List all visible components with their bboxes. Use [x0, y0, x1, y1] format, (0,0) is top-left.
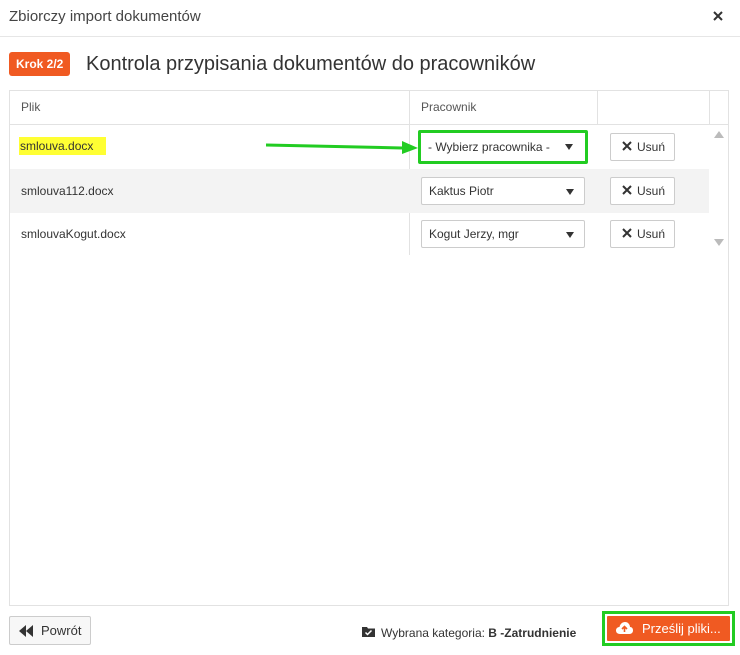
documents-table: Plik Pracownik smlouva.docx - Wybierz pr… [9, 90, 729, 606]
send-button-highlight: Prześlij pliki... [602, 611, 735, 646]
table-header: Plik Pracownik [10, 91, 728, 125]
rewind-icon [19, 625, 33, 637]
employee-select[interactable]: Kogut Jerzy, mgr [421, 220, 585, 248]
dialog-titlebar: Zbiorczy import dokumentów [0, 0, 740, 37]
dialog-title: Zbiorczy import dokumentów [9, 8, 201, 25]
delete-button[interactable]: Usuń [610, 220, 675, 248]
send-files-button[interactable]: Prześlij pliki... [607, 616, 730, 641]
folder-check-icon [362, 627, 375, 637]
employee-select-value: Kogut Jerzy, mgr [429, 227, 519, 241]
file-name: smlouva112.docx [21, 184, 114, 198]
caret-down-icon [566, 189, 574, 195]
delete-button-label: Usuń [637, 184, 666, 198]
delete-button-label: Usuń [637, 140, 666, 154]
close-icon [622, 141, 632, 151]
step-header: Krok 2/2 Kontrola przypisania dokumentów… [9, 52, 729, 78]
delete-button[interactable]: Usuń [610, 133, 675, 161]
caret-down-icon [565, 144, 573, 150]
employee-select-value: - Wybierz pracownika - [428, 140, 550, 154]
close-icon[interactable] [710, 8, 726, 24]
step-title: Kontrola przypisania dokumentów do praco… [86, 53, 536, 75]
step-badge: Krok 2/2 [9, 52, 71, 76]
category-label: Wybrana kategoria: [381, 626, 489, 640]
delete-button-label: Usuń [637, 227, 666, 241]
column-divider [709, 91, 710, 125]
table-row: smlouvaKogut.docx Kogut Jerzy, mgr Usuń [10, 212, 709, 256]
green-arrow-annotation [266, 141, 418, 154]
employee-select-value: Kaktus Piotr [429, 184, 494, 198]
column-divider [597, 91, 598, 125]
close-icon [622, 185, 632, 195]
scroll-up-arrow-icon[interactable] [714, 131, 724, 138]
employee-select[interactable]: Kaktus Piotr [421, 177, 585, 205]
send-files-button-label: Prześlij pliki... [642, 621, 721, 636]
scroll-down-arrow-icon[interactable] [714, 239, 724, 246]
employee-select[interactable]: - Wybierz pracownika - [418, 130, 588, 164]
cloud-upload-icon [616, 622, 633, 634]
column-header-file[interactable]: Plik [21, 91, 40, 124]
back-button[interactable]: Powrót [9, 616, 91, 645]
caret-down-icon [566, 232, 574, 238]
back-button-label: Powrót [41, 623, 82, 638]
file-name: smlouvaKogut.docx [21, 227, 126, 241]
file-name: smlouva.docx [19, 137, 107, 155]
table-row: smlouva112.docx Kaktus Piotr Usuń [10, 169, 709, 213]
column-header-employee[interactable]: Pracownik [421, 91, 476, 124]
category-value: B -Zatrudnienie [488, 626, 577, 640]
close-icon [622, 228, 632, 238]
delete-button[interactable]: Usuń [610, 177, 675, 205]
